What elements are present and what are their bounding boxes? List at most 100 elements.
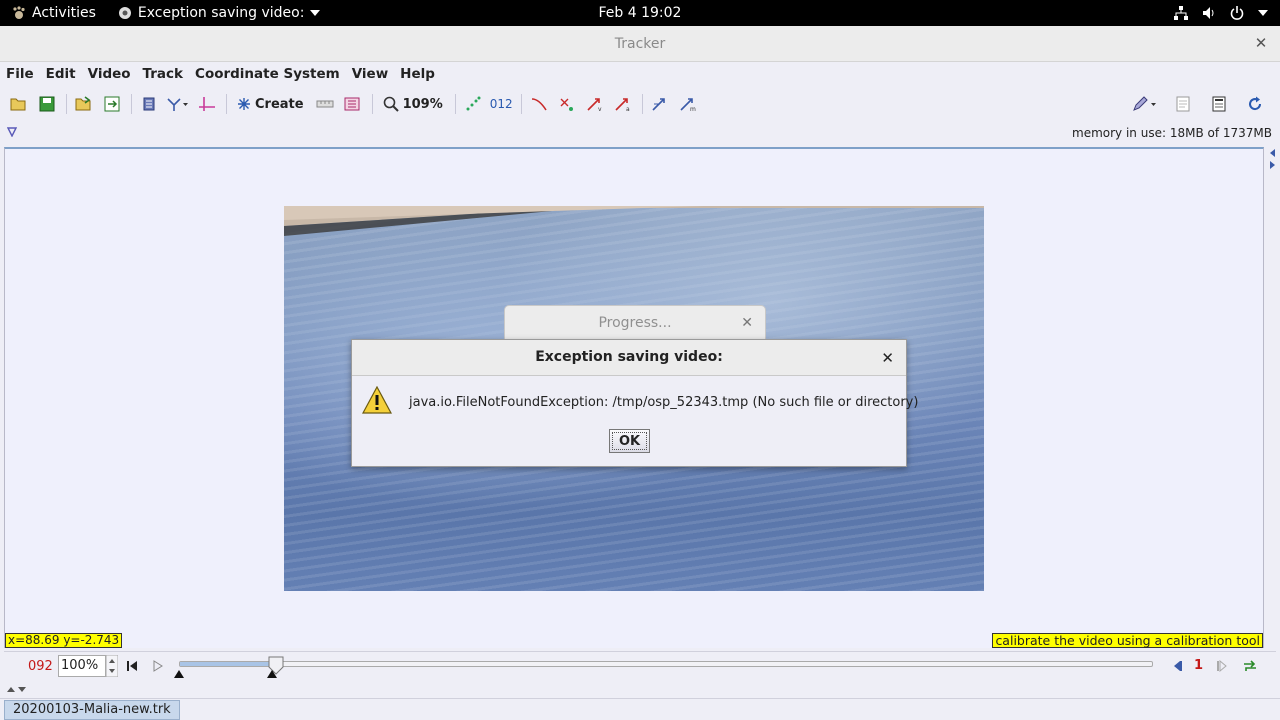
menu-bar: File Edit Video Track Coordinate System …	[0, 62, 1280, 86]
app-menu-label: Exception saving video:	[137, 5, 305, 21]
rate-spinner-icon[interactable]	[106, 655, 118, 677]
exception-dialog-title: Exception saving video:	[535, 349, 723, 365]
progress-dialog: Progress... ✕	[504, 305, 766, 343]
menu-video[interactable]: Video	[88, 66, 131, 82]
position-marker-icon	[560, 98, 573, 111]
svg-text:v: v	[598, 106, 602, 112]
system-tray[interactable]	[1174, 0, 1268, 26]
power-icon	[1230, 6, 1244, 20]
magnifier-icon	[383, 96, 399, 112]
asterisk-icon	[238, 98, 250, 110]
note-icon	[1176, 96, 1190, 112]
velocity-arrow-icon: v	[587, 98, 602, 112]
zoom-level: 109%	[402, 96, 443, 112]
step-size[interactable]: 1	[1194, 658, 1203, 673]
gnome-foot-icon	[13, 6, 25, 19]
system-top-bar: Activities Exception saving video: Feb 4…	[0, 0, 1280, 26]
save-video-button[interactable]	[101, 93, 123, 115]
labels-button[interactable]: 012	[490, 93, 513, 115]
path-button[interactable]	[528, 93, 550, 115]
position-button[interactable]	[556, 93, 578, 115]
coordinate-readout: x=88.69 y=-2.743	[5, 633, 123, 648]
loop-icon[interactable]	[1242, 658, 1258, 674]
chevron-down-icon	[310, 10, 321, 16]
step-forward-icon[interactable]	[1216, 660, 1228, 672]
end-frame-marker-icon[interactable]	[267, 670, 277, 678]
refresh-icon	[1249, 96, 1262, 111]
save-icon	[39, 96, 55, 112]
point-range-label: 012	[489, 97, 513, 111]
progress-close-button[interactable]: ✕	[741, 315, 753, 331]
track-control-button[interactable]	[342, 93, 364, 115]
toolbar: Create 109% 012 v a m	[0, 88, 1280, 120]
app-menu-button[interactable]: Exception saving video:	[118, 5, 321, 21]
play-icon[interactable]	[152, 660, 164, 672]
tape-measure-icon	[316, 100, 334, 108]
acceleration-button[interactable]: a	[612, 93, 634, 115]
axes-dropdown-icon	[167, 98, 188, 111]
menu-view[interactable]: View	[352, 66, 388, 82]
clip-settings-button[interactable]	[138, 93, 160, 115]
exception-close-button[interactable]: ✕	[881, 349, 894, 367]
slider-fill	[180, 662, 278, 666]
activities-button[interactable]: Activities	[12, 5, 96, 21]
network-icon	[1174, 6, 1188, 20]
menu-coordinate-system[interactable]: Coordinate System	[195, 66, 340, 82]
activities-label: Activities	[32, 5, 96, 21]
trail-dots-icon	[466, 96, 481, 111]
momentum-button[interactable]	[649, 93, 671, 115]
exception-dialog: Exception saving video: ✕ java.io.FileNo…	[351, 339, 918, 467]
notes-button[interactable]	[1172, 93, 1194, 115]
frame-number[interactable]: 092	[28, 659, 53, 674]
menu-file[interactable]: File	[6, 66, 34, 82]
momentum-arrow-icon	[652, 98, 665, 111]
step-back-icon[interactable]	[1171, 660, 1183, 672]
player-bar: 092 100% 1	[4, 651, 1276, 681]
progress-dialog-title: Progress...	[598, 315, 672, 331]
tab-file[interactable]: 20200103-Malia-new.trk	[4, 700, 180, 720]
sidebar-toggle-icon[interactable]	[1266, 147, 1280, 177]
window-title: Tracker	[614, 36, 666, 52]
pencil-dropdown-icon	[1133, 96, 1156, 111]
calibration-hint: calibrate the video using a calibration …	[992, 633, 1263, 648]
reset-to-start-icon[interactable]	[126, 660, 138, 672]
svg-text:a: a	[626, 106, 630, 112]
refresh-button[interactable]	[1244, 93, 1266, 115]
filter-toggle-icon[interactable]	[7, 127, 17, 137]
warning-icon	[362, 386, 392, 414]
open-button[interactable]	[8, 93, 30, 115]
exception-dialog-title-bar: Exception saving video: ✕	[352, 340, 906, 376]
axes-icon	[199, 97, 215, 111]
axes-visible-button[interactable]	[196, 93, 218, 115]
collapse-arrows-icon[interactable]	[6, 684, 28, 694]
playback-rate-field[interactable]: 100%	[58, 655, 106, 677]
open-video-button[interactable]	[73, 93, 95, 115]
start-frame-marker-icon[interactable]	[174, 670, 184, 678]
window-title-bar: Tracker ✕	[0, 26, 1280, 62]
open-folder-icon	[10, 98, 26, 111]
frame-slider[interactable]	[179, 661, 1153, 667]
create-label: Create	[255, 96, 304, 112]
properties-button[interactable]	[1208, 93, 1230, 115]
save-button[interactable]	[36, 93, 58, 115]
mass-arrow-icon: m	[680, 98, 696, 112]
coordinate-axes-button[interactable]	[166, 93, 190, 115]
memory-usage[interactable]: memory in use: 18MB of 1737MB	[1072, 126, 1272, 140]
ok-button[interactable]: OK	[609, 429, 650, 453]
mass-button[interactable]: m	[677, 93, 699, 115]
app-icon	[118, 7, 131, 19]
zoom-button[interactable]: 109%	[379, 93, 447, 115]
menu-track[interactable]: Track	[143, 66, 183, 82]
create-track-button[interactable]: Create	[233, 93, 308, 115]
acceleration-arrow-icon: a	[615, 98, 630, 112]
calibration-tools-button[interactable]	[314, 93, 336, 115]
document-icon	[1212, 96, 1226, 112]
drawing-tools-button[interactable]	[1132, 93, 1158, 115]
velocity-button[interactable]: v	[584, 93, 606, 115]
clock[interactable]: Feb 4 19:02	[599, 5, 682, 21]
trails-button[interactable]	[462, 93, 484, 115]
menu-help[interactable]: Help	[400, 66, 435, 82]
path-icon	[531, 98, 547, 111]
window-close-button[interactable]: ✕	[1254, 36, 1268, 51]
menu-edit[interactable]: Edit	[46, 66, 76, 82]
